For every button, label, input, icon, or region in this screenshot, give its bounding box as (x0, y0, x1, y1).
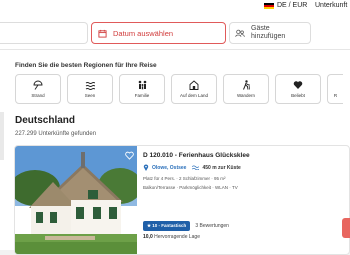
region-wandern[interactable]: Wandern (223, 74, 269, 104)
listing-photo[interactable] (15, 146, 137, 254)
region-label: Beliebt (291, 93, 305, 98)
region-strand[interactable]: Strand (15, 74, 61, 104)
listing-rating: ★ 10 - Fantastisch 3 Bewertungen (143, 221, 229, 231)
guests-field[interactable]: Gäste hinzufügen (229, 22, 311, 44)
results-count: 227.299 Unterkünfte gefunden (15, 131, 97, 137)
region-label: Familie (134, 93, 150, 98)
heart-icon (293, 81, 303, 89)
region-familie[interactable]: Familie (119, 74, 165, 104)
region-partial[interactable]: R (327, 74, 343, 104)
accommodation-link[interactable]: Unterkunft (315, 2, 347, 9)
listing-location: Olowe, Ostsee 450 m zur Küste (143, 164, 241, 171)
region-beliebt[interactable]: Beliebt (275, 74, 321, 104)
umbrella-icon (33, 80, 43, 90)
facts-line-amenities: Balkon/Terrasse · Parkmöglichkeit · WLAN… (143, 185, 238, 190)
floating-tab[interactable] (342, 218, 350, 238)
rating-badge-text: 10 - Fantastisch (152, 223, 187, 228)
main-content: Finden Sie die besten Regionen für Ihre … (0, 50, 350, 255)
date-picker-field[interactable]: Datum auswählen (91, 22, 226, 44)
listing-facts: Platz für 4 Pers. · 2 Schlafzimmer · 95 … (143, 174, 238, 192)
region-filters: Strand Seen Familie Auf dem Land Wandern… (15, 74, 343, 104)
region-auf-dem-land[interactable]: Auf dem Land (171, 74, 217, 104)
search-bar: Datum auswählen Gäste hinzufügen (0, 14, 350, 50)
listing-title[interactable]: D 120.010 - Ferienhaus Glücksklee (143, 152, 250, 159)
region-seen[interactable]: Seen (67, 74, 113, 104)
location-name[interactable]: Olowe, Ostsee (152, 165, 186, 171)
waves-icon (192, 165, 200, 170)
summary-text: Hervorragende Lage (154, 234, 200, 240)
language-currency-selector[interactable]: DE / EUR (264, 2, 307, 9)
guests-placeholder: Gäste hinzufügen (251, 25, 286, 40)
region-label: Seen (84, 93, 96, 98)
family-icon (138, 80, 146, 90)
reviews-count[interactable]: 3 Bewertungen (195, 223, 229, 229)
results-heading: Deutschland (15, 115, 76, 126)
regions-title: Finden Sie die besten Regionen für Ihre … (15, 62, 157, 69)
rating-badge: ★ 10 - Fantastisch (143, 221, 191, 231)
side-strip (0, 112, 4, 160)
listing-card[interactable]: D 120.010 - Ferienhaus Glücksklee Olowe,… (14, 145, 350, 255)
rating-summary: 10,0 Hervorragende Lage (143, 234, 200, 240)
region-label: R (333, 92, 338, 98)
region-label: Wandern (236, 93, 256, 98)
lake-icon (85, 82, 95, 90)
destination-field[interactable] (0, 22, 88, 44)
house-photo-image (15, 146, 137, 254)
summary-score: 10,0 (143, 234, 153, 240)
top-bar: DE / EUR Unterkunft (0, 0, 350, 14)
location-pin-icon (143, 164, 149, 171)
hiker-icon (243, 80, 250, 90)
favorite-heart-icon[interactable] (125, 151, 134, 160)
language-currency-label: DE / EUR (277, 2, 308, 9)
region-label: Auf dem Land (179, 93, 209, 98)
region-label: Strand (31, 93, 45, 98)
coast-distance: 450 m zur Küste (202, 164, 241, 171)
german-flag-icon (264, 2, 274, 9)
barn-icon (189, 80, 199, 90)
facts-line-capacity: Platz für 4 Pers. · 2 Schlafzimmer · 95 … (143, 176, 226, 181)
date-placeholder: Datum auswählen (113, 28, 174, 38)
calendar-icon (98, 29, 107, 38)
guests-icon (235, 29, 245, 37)
